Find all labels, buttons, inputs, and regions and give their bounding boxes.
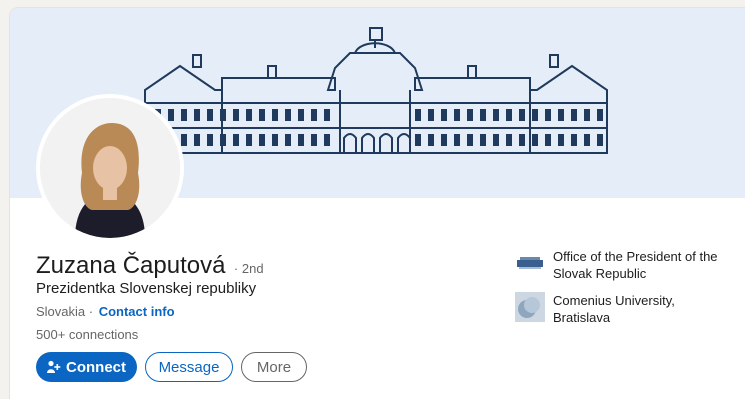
palace-window [519,134,525,146]
palace-window [181,134,187,146]
palace-window [493,109,499,121]
presidential-office-logo-icon [515,248,545,278]
palace-door [397,133,411,153]
palace-window [285,109,291,121]
palace-door [343,133,357,153]
profile-actions: Connect Message More [36,352,307,382]
palace-window [467,109,473,121]
avatar-image [40,98,180,238]
palace-window [428,134,434,146]
palace-window [220,109,226,121]
palace-window [428,109,434,121]
profile-name-row: Zuzana Čaputová · 2nd [36,252,264,280]
palace-window [246,134,252,146]
profile-photo-frame[interactable] [36,94,184,242]
contact-info-link[interactable]: Contact info [99,304,175,319]
location-row: Slovakia · Contact info [36,304,175,319]
connect-button[interactable]: Connect [36,352,137,382]
palace-window [233,109,239,121]
connect-label: Connect [66,358,126,376]
org-name: Comenius University, Bratislava [553,293,675,325]
palace-window [311,109,317,121]
palace-window [558,109,564,121]
palace-window [441,109,447,121]
palace-window [571,109,577,121]
org-name: Office of the President of the Slovak Re… [553,249,718,281]
palace-window [519,109,525,121]
connections-count: 500+ connections [36,327,139,342]
palace-window [324,134,330,146]
palace-window [246,109,252,121]
palace-window [415,109,421,121]
palace-window [194,134,200,146]
org-item[interactable]: Office of the President of the Slovak Re… [515,248,735,282]
palace-door [379,133,393,153]
palace-window [272,109,278,121]
palace-window [571,134,577,146]
palace-window [493,134,499,146]
palace-window [506,134,512,146]
palace-window [441,134,447,146]
palace-window [545,109,551,121]
palace-door [361,133,375,153]
palace-window [259,109,265,121]
palace-window [532,109,538,121]
palace-window [233,134,239,146]
palace-window [311,134,317,146]
palace-window [415,134,421,146]
profile-name: Zuzana Čaputová [36,252,226,279]
avatar[interactable] [40,98,180,238]
palace-window [545,134,551,146]
palace-window [298,109,304,121]
profile-organizations: Office of the President of the Slovak Re… [515,248,735,336]
palace-window [272,134,278,146]
palace-window [220,134,226,146]
palace-window [207,134,213,146]
message-button[interactable]: Message [145,352,233,382]
palace-window [467,134,473,146]
palace-window [298,134,304,146]
palace-window [506,109,512,121]
palace-window [597,109,603,121]
palace-window [597,134,603,146]
palace-window [454,109,460,121]
palace-window [285,134,291,146]
palace-window [181,109,187,121]
palace-window [480,109,486,121]
palace-window [454,134,460,146]
palace-window [558,134,564,146]
profile-headline: Prezidentka Slovenskej republiky [36,280,257,297]
palace-window [584,109,590,121]
connection-degree: · 2nd [233,261,264,276]
profile-location: Slovakia · [36,304,94,319]
more-button[interactable]: More [241,352,307,382]
palace-window [168,109,174,121]
palace-window [480,134,486,146]
palace-window [194,109,200,121]
palace-window [532,134,538,146]
palace-window [207,109,213,121]
palace-window [584,134,590,146]
org-item[interactable]: Comenius University, Bratislava [515,292,735,326]
palace-window [259,134,265,146]
profile-card: Zuzana Čaputová · 2nd Prezidentka Sloven… [10,8,745,399]
palace-window [324,109,330,121]
university-logo-icon [515,292,545,322]
add-person-icon [47,360,61,374]
